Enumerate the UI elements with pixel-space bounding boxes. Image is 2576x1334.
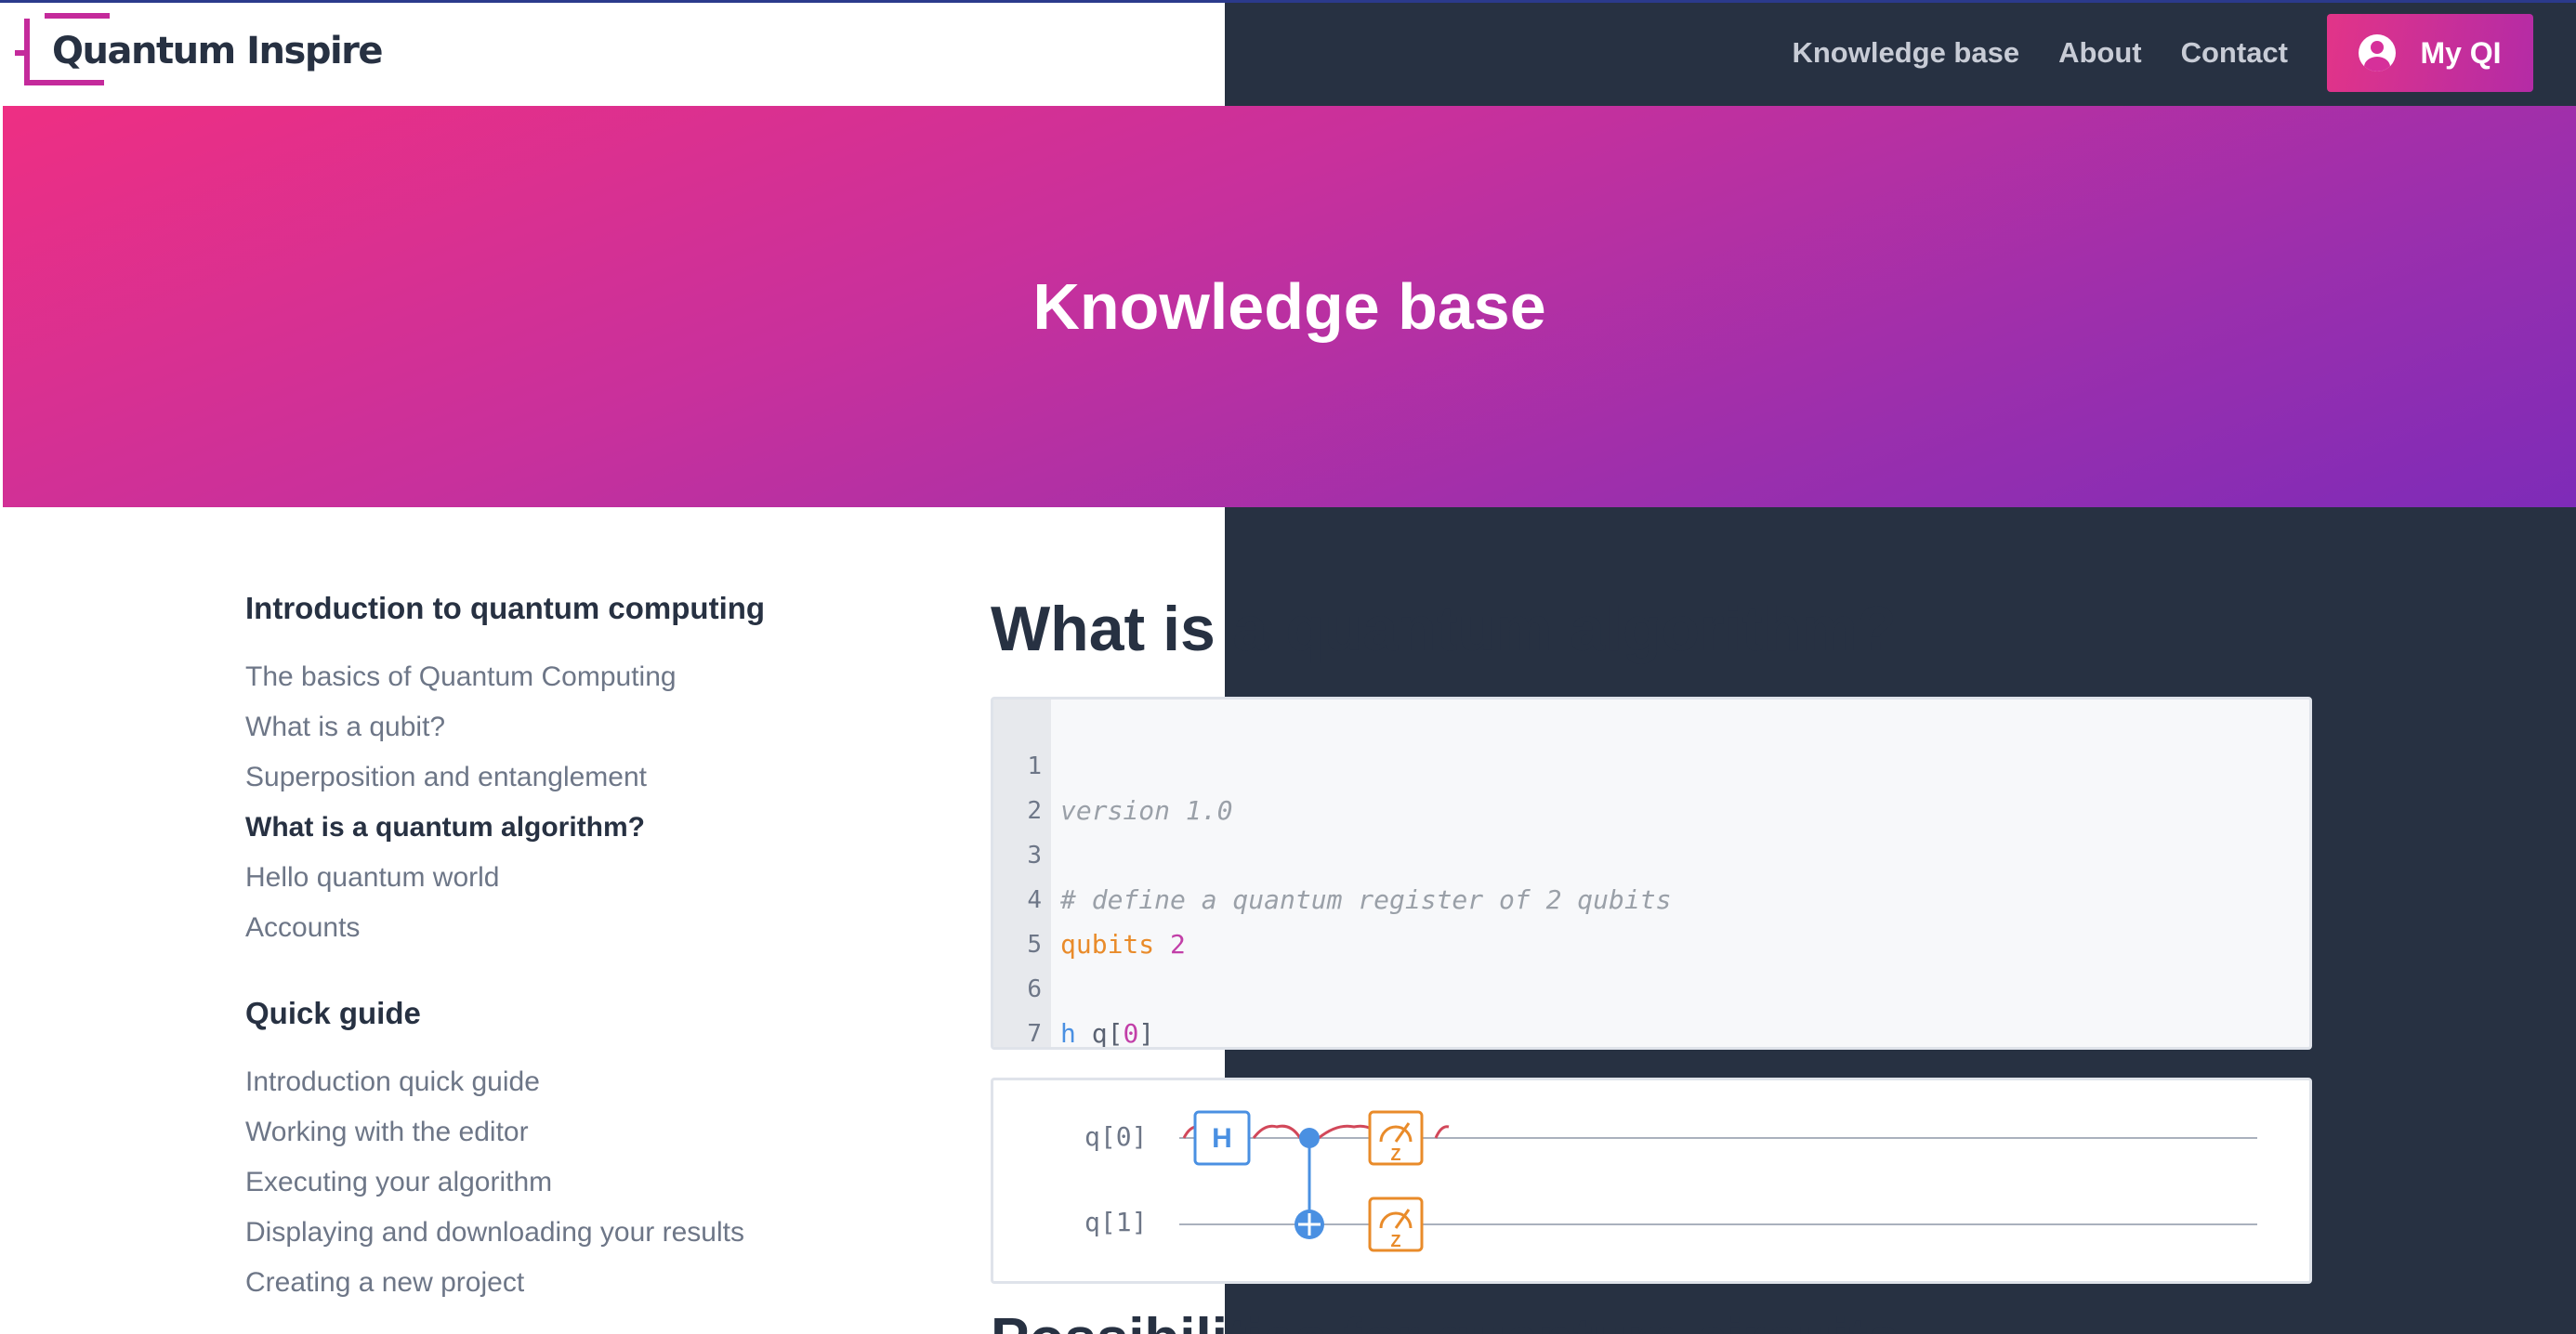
main-nav: Knowledge base About Contact My QI <box>1792 0 2576 106</box>
code-line: 5 <box>1027 931 1042 959</box>
svg-text:Z: Z <box>1391 1232 1401 1250</box>
sidebar-item-basics[interactable]: The basics of Quantum Computing <box>245 652 896 702</box>
code-line: 3 # define a quantum register of 2 qubit… <box>1027 842 1672 915</box>
hero-title: Knowledge base <box>1032 270 1546 343</box>
nav-about[interactable]: About <box>2058 36 2142 70</box>
logo-text: Quantum Inspire <box>52 30 384 72</box>
nav-contact[interactable]: Contact <box>2181 36 2288 70</box>
sidebar-item-editor[interactable]: Working with the editor <box>245 1107 896 1157</box>
user-avatar-icon <box>2359 34 2397 72</box>
sidebar-heading: Quick guide <box>245 996 421 1030</box>
sidebar-item-new-project[interactable]: Creating a new project <box>245 1258 896 1308</box>
sidebar-item-quantum-algorithm[interactable]: What is a quantum algorithm? <box>245 803 896 853</box>
site-logo[interactable]: Quantum Inspire <box>15 13 384 89</box>
sidebar-item-qubit[interactable]: What is a qubit? <box>245 702 896 752</box>
sidebar-section-intro: Introduction to quantum computing The ba… <box>245 591 896 953</box>
sidebar-item-superposition[interactable]: Superposition and entanglement <box>245 752 896 803</box>
sidebar-item-executing[interactable]: Executing your algorithm <box>245 1157 896 1208</box>
code-line: 2 <box>1027 797 1042 825</box>
code-line: 6 h q[0] <box>1027 975 1155 1049</box>
next-section-title: Possibilities for quantum circuits <box>991 1306 1899 1334</box>
my-qi-label: My QI <box>2420 35 2502 70</box>
code-line: 1 version 1.0 <box>1027 752 1233 826</box>
svg-text:Z: Z <box>1391 1145 1401 1164</box>
sidebar-item-results[interactable]: Displaying and downloading your results <box>245 1208 896 1258</box>
sidebar-item-hello-world[interactable]: Hello quantum world <box>245 853 896 903</box>
nav-knowledge-base[interactable]: Knowledge base <box>1792 36 2019 70</box>
sidebar-item-accounts[interactable]: Accounts <box>245 903 896 953</box>
my-qi-button[interactable]: My QI <box>2327 14 2533 92</box>
sidebar-heading: Introduction to quantum computing <box>245 591 766 625</box>
code-editor[interactable]: 1 version 1.0 2 3 # define a quantum reg… <box>991 697 2312 1050</box>
circuit-diagram[interactable]: q[0] q[1] H Z Z <box>991 1078 2312 1284</box>
sidebar-section-quick-guide: Quick guide Introduction quick guide Wor… <box>245 996 896 1308</box>
site-header: Quantum Inspire Knowledge base About Con… <box>0 0 2576 106</box>
code-line: 8 measure_all <box>993 1012 1056 1047</box>
article-title: What is a quantum algorithm? <box>991 594 1897 664</box>
sidebar-item-intro-quick-guide[interactable]: Introduction quick guide <box>245 1057 896 1107</box>
cnot-control <box>1299 1128 1320 1148</box>
code-line: 4 qubits 2 <box>1027 886 1186 960</box>
sidebar: Introduction to quantum computing The ba… <box>245 591 896 1334</box>
circuit-svg: H Z Z <box>1179 1110 2257 1252</box>
svg-text:H: H <box>1212 1123 1232 1154</box>
hero-banner: Knowledge base <box>3 106 2576 507</box>
code-line: 7 cnot q[0],q[1] <box>1027 1020 1042 1048</box>
